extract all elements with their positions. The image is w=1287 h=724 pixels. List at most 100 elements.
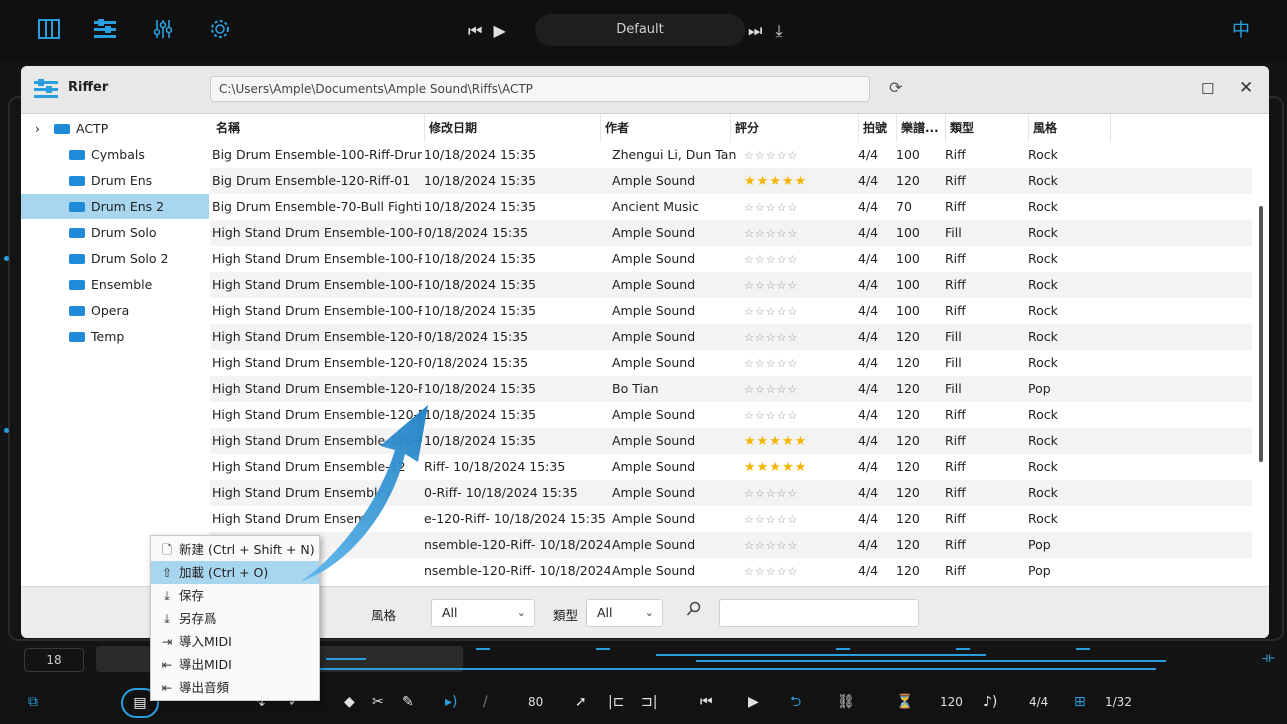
rating-stars[interactable]: ☆☆☆☆☆ — [744, 558, 798, 584]
rating-stars[interactable]: ☆☆☆☆☆ — [744, 480, 798, 506]
tree-item-drum-ens[interactable]: Drum Ens — [21, 168, 209, 193]
column-header[interactable]: 作者 — [600, 114, 730, 142]
rating-stars[interactable]: ☆☆☆☆☆ — [744, 350, 798, 376]
table-row[interactable]: High Stand Drum Ensemble-120-Fill-010/18… — [210, 350, 1252, 376]
rating-stars[interactable]: ☆☆☆☆☆ — [744, 506, 798, 532]
align-left-icon[interactable]: |⊏ — [608, 690, 624, 714]
rating-stars[interactable]: ☆☆☆☆☆ — [744, 220, 798, 246]
rating-stars[interactable]: ☆☆☆☆☆ — [744, 246, 798, 272]
refresh-icon[interactable]: ⟳ — [889, 78, 909, 98]
table-row[interactable]: High Stand Drum Ensemble-12 Riff- 10/18/2… — [210, 454, 1252, 480]
maximize-icon[interactable]: ☐ — [1201, 80, 1214, 98]
rating-stars[interactable]: ★★★★★ — [744, 454, 807, 480]
close-icon[interactable]: ✕ — [1239, 78, 1253, 98]
eraser-icon[interactable]: ◆ — [344, 690, 355, 714]
skip-back-icon[interactable]: ⏮ — [468, 21, 482, 40]
grid-value[interactable]: 1/32 — [1105, 690, 1132, 714]
tree-item-root[interactable]: › ACTP — [21, 116, 209, 141]
menu-item-load[interactable]: ⇧ 加載 (Ctrl + O) — [151, 561, 319, 584]
rating-stars[interactable]: ★★★★★ — [744, 428, 807, 454]
piano-icon[interactable] — [36, 18, 62, 44]
table-row[interactable]: High Stand Drum Ensemble-120-Fill-010/18… — [210, 324, 1252, 350]
loop-icon[interactable]: ⮌ — [790, 690, 801, 714]
rating-stars[interactable]: ☆☆☆☆☆ — [744, 402, 798, 428]
play-icon[interactable]: ▶ — [748, 690, 759, 714]
preset-selector[interactable]: Default — [535, 14, 745, 46]
column-header[interactable]: 名稱 — [212, 114, 424, 142]
copy-icon[interactable]: ⧉ — [28, 690, 38, 714]
table-row[interactable]: High Stand Drum Ensemble-100-Fill-010/18… — [210, 220, 1252, 246]
column-header[interactable]: 風格 — [1028, 114, 1110, 142]
menu-item-export-midi[interactable]: ⇤ 導出MIDI — [151, 653, 319, 676]
tempo-value[interactable]: 120 — [940, 690, 963, 714]
link-icon[interactable]: ⛓ — [837, 690, 855, 714]
grid-icon[interactable]: ⊞ — [1074, 690, 1086, 714]
tap-icon[interactable]: ♪) — [983, 690, 997, 714]
rating-stars[interactable]: ☆☆☆☆☆ — [744, 142, 798, 168]
cell-author: Ancient Music — [612, 199, 699, 214]
zoom-handle-icon[interactable]: ⟛ — [1262, 650, 1275, 666]
search-input[interactable] — [719, 599, 919, 627]
rewind-icon[interactable]: ⏮ — [700, 690, 713, 714]
rating-stars[interactable]: ☆☆☆☆☆ — [744, 298, 798, 324]
column-header[interactable]: 類型 — [945, 114, 1028, 142]
marker-icon[interactable]: ✎ — [402, 690, 414, 714]
table-row[interactable]: High Stand Drum Ensemble-100-Riff- 10/18/… — [210, 272, 1252, 298]
riffer-icon[interactable] — [92, 18, 118, 44]
table-row[interactable]: High Stand Drum Ensemble- 0-Riff- 10/18/2… — [210, 480, 1252, 506]
download-icon[interactable]: ⤓ — [776, 21, 783, 40]
play-icon[interactable]: ▶ — [494, 21, 506, 40]
cell-bpm: 100 — [896, 303, 920, 318]
tree-item-ensemble[interactable]: Ensemble — [21, 272, 209, 297]
table-row[interactable]: High Stand Drum Ensemble-120-Fill- 10/18/… — [210, 376, 1252, 402]
speaker-icon[interactable]: ▸) — [445, 690, 458, 714]
tree-item-cymbals[interactable]: Cymbals — [21, 142, 209, 167]
table-row[interactable]: High Stand Drum Ensemble-100-Riff- 10/18/… — [210, 246, 1252, 272]
table-row[interactable]: Big Drum Ensemble-70-Bull Fighting 10/18/… — [210, 194, 1252, 220]
column-header[interactable]: 修改日期 — [424, 114, 600, 142]
menu-item-save-as[interactable]: ⤓ 另存爲 — [151, 607, 319, 630]
skip-forward-icon[interactable]: ⏭ — [748, 21, 762, 40]
rating-stars[interactable]: ☆☆☆☆☆ — [744, 194, 798, 220]
column-header[interactable]: 樂譜... — [896, 114, 945, 142]
metronome-icon[interactable]: ⏳ — [896, 690, 913, 714]
velocity-value[interactable]: 80 — [528, 690, 543, 714]
column-header[interactable]: 評分 — [730, 114, 858, 142]
tree-item-drum-ens-2[interactable]: Drum Ens 2 — [21, 194, 209, 219]
language-toggle[interactable]: 中 — [1232, 16, 1254, 46]
table-row[interactable]: Big Drum Ensemble-100-Riff-Drum P 10/18/2… — [210, 142, 1252, 168]
pin-icon[interactable]: ➚ — [575, 690, 587, 714]
tree-item-temp[interactable]: Temp — [21, 324, 209, 349]
chevron-right-icon[interactable]: › — [35, 121, 40, 136]
table-row[interactable]: High Stand Drum Ensemble-100-Riff- 10/18/… — [210, 298, 1252, 324]
type-filter-select[interactable]: All ⌄ — [586, 599, 663, 627]
table-row[interactable]: High Stand Drum Ensem e-120-Riff- 10/18/2… — [210, 506, 1252, 532]
tree-item-drum-solo-2[interactable]: Drum Solo 2 — [21, 246, 209, 271]
scissors-icon[interactable]: ✂ — [372, 690, 384, 714]
mixer-icon[interactable] — [150, 18, 176, 44]
column-header[interactable]: 拍號 — [858, 114, 896, 142]
tree-item-drum-solo[interactable]: Drum Solo — [21, 220, 209, 245]
menu-item-import-midi[interactable]: ⇥ 導入MIDI — [151, 630, 319, 653]
menu-item-export-audio[interactable]: ⇤ 導出音頻 — [151, 676, 319, 699]
path-field[interactable]: C:\Users\Ample\Documents\Ample Sound\Rif… — [210, 76, 870, 102]
scrollbar[interactable] — [1259, 206, 1263, 462]
table-row[interactable]: Big Drum Ensemble-120-Riff-01 10/18/2024 … — [210, 168, 1252, 194]
table-row[interactable]: High Stand Drum Ensemble-120-R 10/18/2024… — [210, 428, 1252, 454]
menu-item-new-file[interactable]: 🗋 新建 (Ctrl + Shift + N) — [151, 538, 319, 561]
table-row[interactable]: High Stand Drum Ensemble-120-Riff 10/18/2… — [210, 402, 1252, 428]
track-number[interactable]: 18 — [24, 648, 84, 672]
rating-stars[interactable]: ☆☆☆☆☆ — [744, 376, 798, 402]
tree-item-opera[interactable]: Opera — [21, 298, 209, 323]
rating-stars[interactable]: ★★★★★ — [744, 168, 807, 194]
rating-stars[interactable]: ☆☆☆☆☆ — [744, 272, 798, 298]
rating-stars[interactable]: ☆☆☆☆☆ — [744, 324, 798, 350]
style-filter-select[interactable]: All ⌄ — [431, 599, 535, 627]
time-signature[interactable]: 4/4 — [1029, 690, 1048, 714]
gear-icon[interactable] — [207, 18, 233, 44]
align-right-icon[interactable]: ⊐| — [641, 690, 657, 714]
rating-stars[interactable]: ☆☆☆☆☆ — [744, 532, 798, 558]
menu-item-save[interactable]: ⤓ 保存 — [151, 584, 319, 607]
table-row[interactable]: nsemble-120-Riff- 10/18/2024 15:35Ample … — [210, 558, 1252, 584]
table-row[interactable]: nsemble-120-Riff- 10/18/2024 15:35Ample … — [210, 532, 1252, 558]
